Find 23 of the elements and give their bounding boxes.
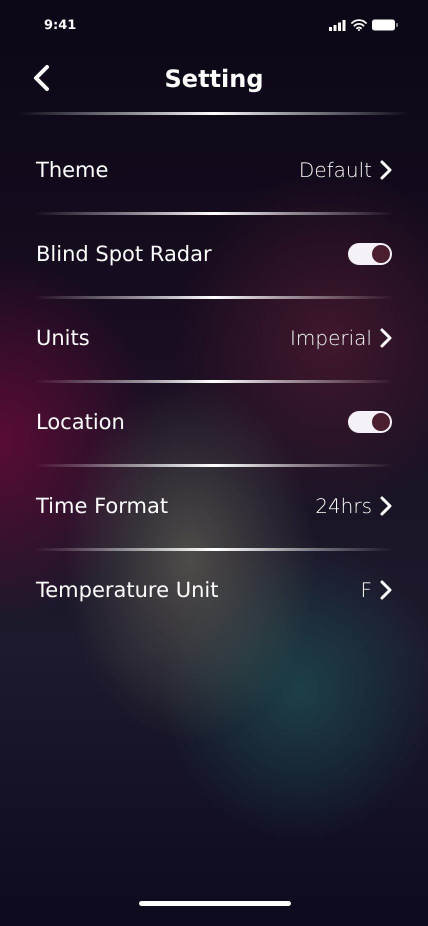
back-icon: [32, 64, 50, 92]
back-button[interactable]: [32, 64, 50, 92]
status-time: 9:41: [44, 18, 76, 32]
setting-label: Time Format: [36, 494, 168, 518]
setting-label: Temperature Unit: [36, 578, 218, 602]
setting-label: Theme: [36, 158, 108, 182]
signal-icon: [329, 20, 346, 30]
setting-value-link[interactable]: Default: [298, 158, 392, 182]
chevron-right-icon: [380, 328, 392, 348]
wifi-icon: [351, 19, 367, 31]
setting-label: Location: [36, 410, 125, 434]
setting-label: Blind Spot Radar: [36, 242, 212, 266]
chevron-right-icon: [380, 496, 392, 516]
setting-value-link[interactable]: F: [360, 578, 392, 602]
setting-value-link[interactable]: Imperial: [290, 326, 392, 350]
toggle-switch[interactable]: [348, 242, 392, 264]
chevron-right-icon: [380, 160, 392, 180]
setting-label: Units: [36, 326, 90, 350]
battery-icon: [372, 19, 398, 31]
setting-value-link[interactable]: 24hrs: [315, 494, 392, 518]
chevron-right-icon: [380, 580, 392, 600]
toggle-switch[interactable]: [348, 410, 392, 432]
page-title: Setting: [164, 65, 264, 93]
